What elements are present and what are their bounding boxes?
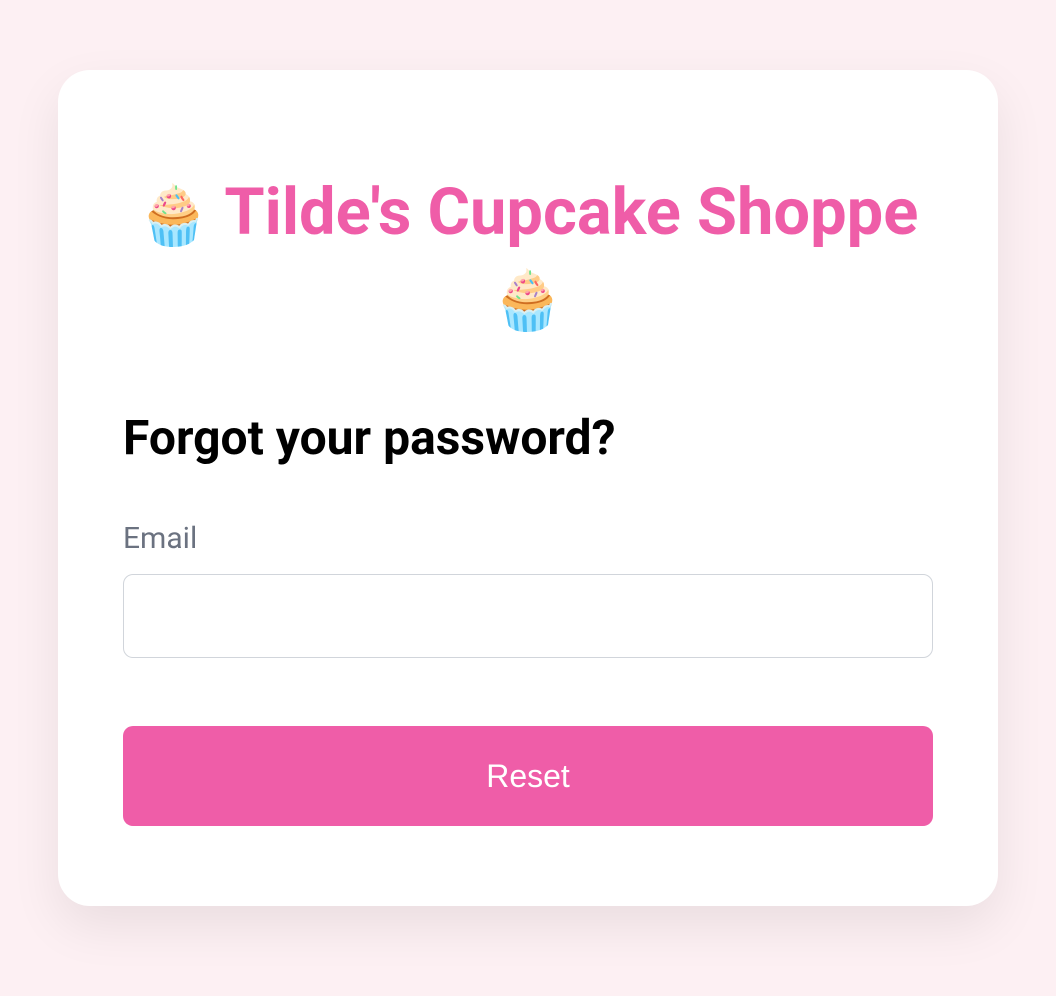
cupcake-icon: 🧁	[492, 264, 564, 339]
cupcake-icon: 🧁	[138, 179, 210, 254]
reset-button[interactable]: Reset	[123, 726, 933, 826]
brand-title-text: Tilde's Cupcake Shoppe	[224, 174, 918, 250]
forgot-password-card: 🧁 Tilde's Cupcake Shoppe 🧁 Forgot your p…	[58, 70, 998, 906]
page-heading: Forgot your password?	[123, 409, 933, 466]
brand-title: 🧁 Tilde's Cupcake Shoppe 🧁	[123, 170, 933, 339]
email-field[interactable]	[123, 574, 933, 658]
email-label: Email	[123, 521, 933, 556]
